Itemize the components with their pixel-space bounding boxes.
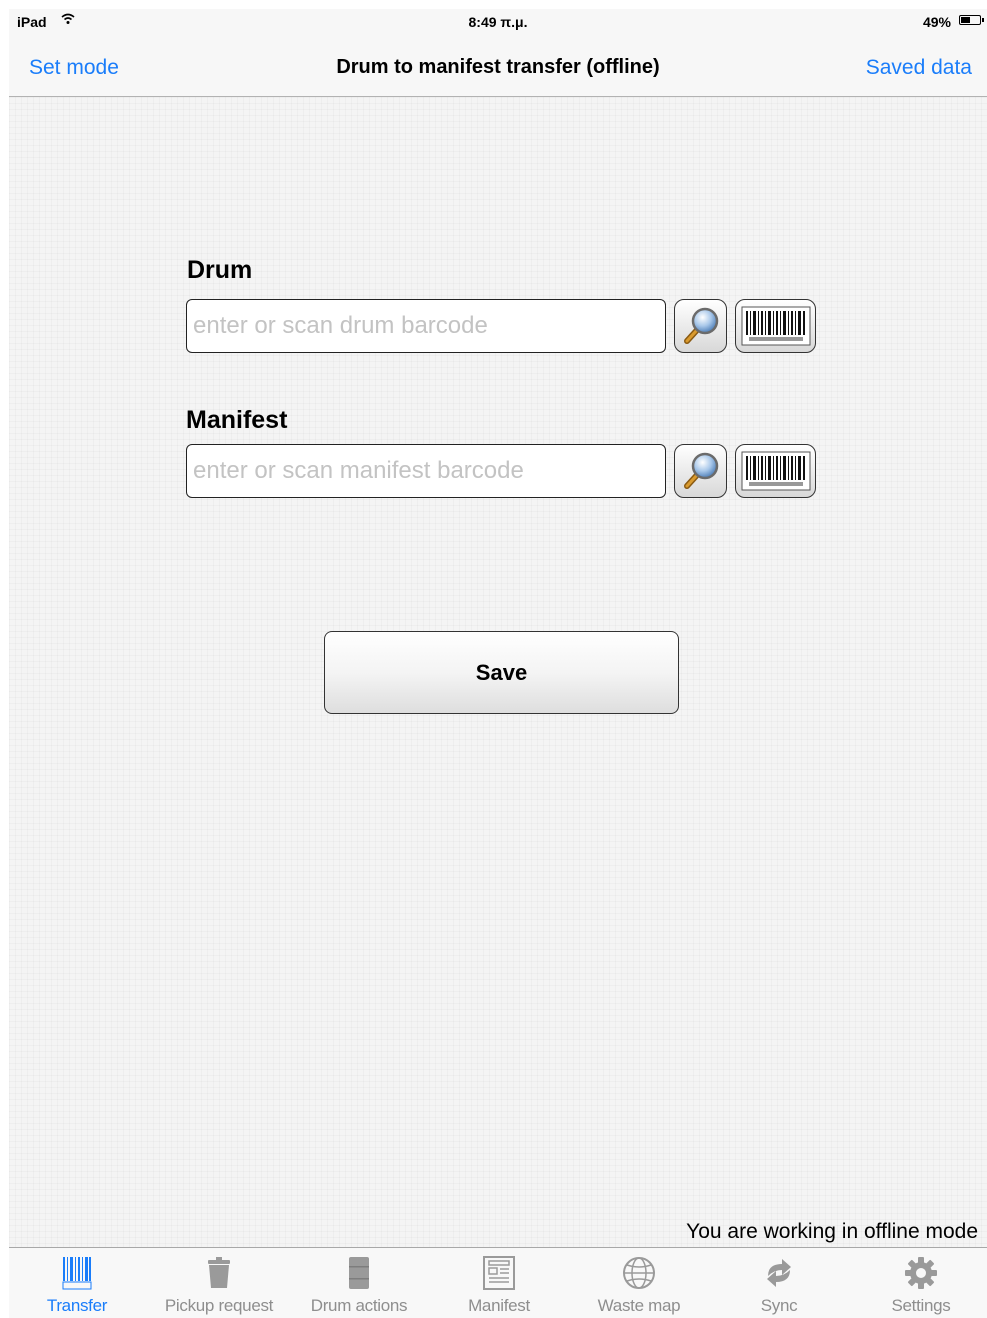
globe-icon [622,1256,656,1290]
sync-icon [762,1256,796,1290]
offline-mode-message: You are working in offline mode [686,1220,978,1243]
main-content: Drum enter or scan drum barcode Manifest… [9,97,987,1247]
tab-label: Manifest [468,1296,530,1315]
tab-waste-map[interactable]: Waste map [569,1248,709,1318]
save-button[interactable]: Save [324,631,679,714]
tab-label: Drum actions [310,1296,408,1315]
saved-data-button[interactable]: Saved data [866,56,972,80]
tab-transfer[interactable]: Transfer [7,1248,147,1318]
navigation-bar: Set mode Drum to manifest transfer (offl… [9,35,987,97]
trash-can-icon [202,1256,236,1290]
magnifier-icon [683,307,718,344]
tab-label: Pickup request [164,1296,274,1315]
manifest-label: Manifest [186,406,288,434]
drum-search-button[interactable] [674,299,727,353]
tab-label: Sync [760,1296,798,1315]
tab-drum-actions[interactable]: Drum actions [289,1248,429,1318]
tab-sync[interactable]: Sync [709,1248,849,1318]
drum-scan-button[interactable] [735,299,816,353]
status-bar: iPad 8:49 π.μ. 49% [9,9,987,35]
gear-icon [904,1256,938,1290]
drum-label: Drum [187,256,253,284]
battery-icon [959,15,984,25]
tab-manifest[interactable]: Manifest [429,1248,569,1318]
status-time: 8:49 π.μ. [468,14,528,30]
tab-pickup-request[interactable]: Pickup request [149,1248,289,1318]
battery-percent: 49% [922,14,951,30]
tab-label: Settings [891,1296,951,1315]
drum-barcode-input[interactable] [186,299,666,353]
app-window: iPad 8:49 π.μ. 49% Set mode Drum to mani… [9,9,987,1318]
drum-icon [342,1256,376,1290]
tab-bar: Transfer Pickup request Drum actions Man… [9,1247,987,1318]
tab-settings[interactable]: Settings [851,1248,987,1318]
tab-label: Waste map [597,1296,681,1315]
page-title: Drum to manifest transfer (offline) [336,56,660,78]
barcode-scan-icon [741,306,810,346]
tab-label: Transfer [46,1296,108,1315]
manifest-scan-button[interactable] [735,444,816,498]
barcode-icon [60,1256,94,1290]
manifest-barcode-input[interactable] [186,444,666,498]
barcode-scan-icon [741,451,810,491]
document-icon [482,1256,516,1290]
manifest-search-button[interactable] [674,444,727,498]
magnifier-icon [683,452,718,489]
